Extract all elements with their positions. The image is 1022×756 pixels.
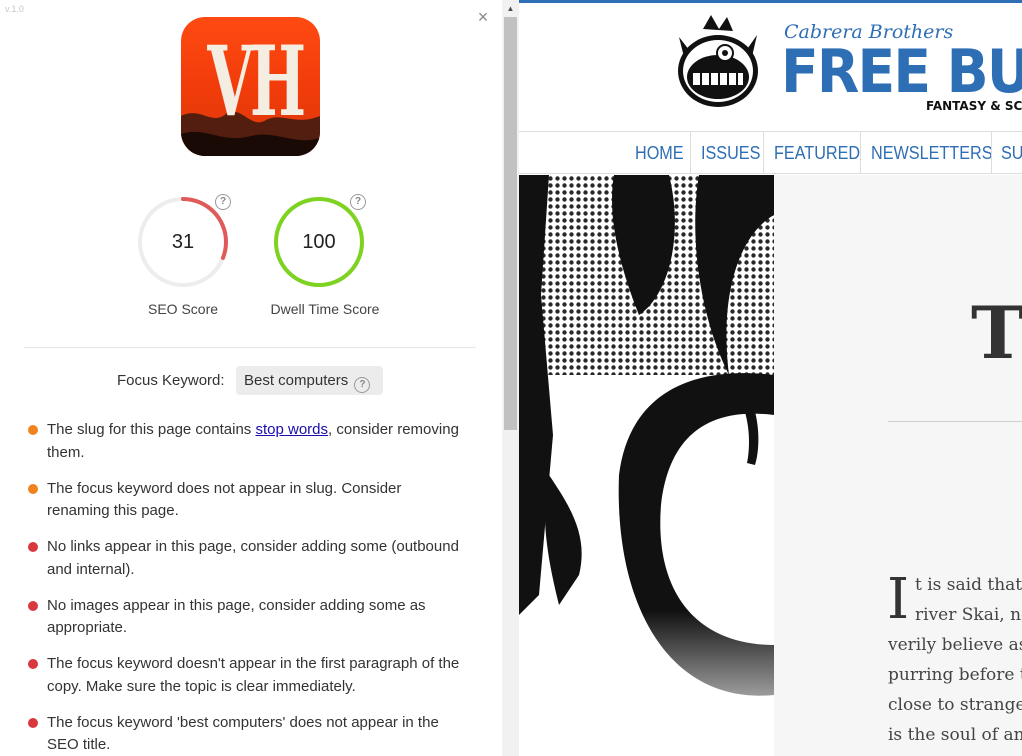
focus-keyword-chip[interactable]: Best computers ? (236, 366, 383, 395)
focus-keyword-help-icon[interactable]: ? (354, 377, 371, 393)
app-logo: VH (181, 17, 320, 156)
issue-list: The slug for this page contains stop wor… (28, 419, 468, 756)
issue-text: The focus keyword does not appear in slu… (47, 479, 402, 520)
error-dot-icon (28, 659, 38, 669)
seo-score-gauge: 31 (137, 196, 229, 288)
brand-title[interactable]: FREE BUN (781, 37, 1022, 107)
nav-subscribe[interactable]: SU (1001, 132, 1022, 174)
article-text-line: close to strange (888, 695, 1022, 715)
panel-scrollbar[interactable]: ▲ (502, 0, 519, 756)
version-label: v.1.0 (5, 4, 24, 14)
comic-art-image (519, 175, 774, 756)
dwell-score-help-icon[interactable]: ? (350, 194, 366, 210)
article-title: T (971, 290, 1022, 375)
article-rule (888, 421, 1022, 422)
warning-dot-icon (28, 425, 38, 435)
article-drop-cap: I (887, 567, 910, 632)
seo-panel: v.1.0 × VH 31 ? SEO Score 100 ? Dwell Ti… (0, 0, 502, 756)
dwell-score-value: 100 (302, 231, 336, 253)
issue-item: The focus keyword 'best computers' does … (28, 712, 468, 756)
nav-separator (763, 132, 764, 174)
issue-text: The focus keyword 'best computers' does … (47, 713, 439, 754)
nav-separator (690, 132, 691, 174)
issue-text: No links appear in this page, consider a… (47, 538, 459, 578)
focus-keyword-value: Best computers (244, 372, 349, 389)
article-text-line: is the soul of ant (888, 725, 1022, 745)
issue-text: The focus keyword doesn't appear in the … (47, 655, 460, 695)
scroll-thumb[interactable] (504, 17, 517, 430)
cat-mascot-icon (678, 15, 758, 107)
dwell-score-label: Dwell Time Score (270, 301, 380, 317)
close-icon[interactable]: × (475, 8, 491, 26)
issue-item: The slug for this page contains stop wor… (28, 419, 468, 464)
article-text-line: t is said that i (915, 575, 1022, 595)
issue-item: The focus keyword doesn't appear in the … (28, 653, 468, 698)
article-text-line: river Skai, no (915, 605, 1022, 625)
nav-featured[interactable]: FEATURED (774, 132, 860, 174)
nav-separator (991, 132, 992, 174)
issue-item: No images appear in this page, consider … (28, 595, 468, 640)
nav-newsletters[interactable]: NEWSLETTERS (871, 132, 993, 174)
seo-score-label: SEO Score (147, 301, 219, 317)
website-preview: Cabrera Brothers FREE BUN FANTASY & SC H… (519, 0, 1022, 756)
seo-score-value: 31 (171, 231, 195, 253)
logo-letters: VH (207, 25, 306, 138)
brand-subtitle: FANTASY & SC (926, 99, 1022, 113)
error-dot-icon (28, 717, 38, 728)
site-header: Cabrera Brothers FREE BUN FANTASY & SC (519, 0, 1022, 132)
error-dot-icon (28, 542, 38, 552)
site-nav: HOME ISSUES FEATURED NEWSLETTERS SU (519, 132, 1022, 174)
dwell-score-gauge: 100 (273, 196, 365, 288)
article-text-line: verily believe as (888, 635, 1022, 655)
nav-separator (860, 132, 861, 174)
issue-item: The focus keyword does not appear in slu… (28, 478, 468, 523)
scroll-up-arrow-icon[interactable]: ▲ (502, 0, 519, 17)
issue-text: No images appear in this page, consider … (47, 596, 426, 637)
nav-issues[interactable]: ISSUES (701, 132, 760, 174)
issue-item: No links appear in this page, consider a… (28, 536, 468, 581)
divider (24, 347, 476, 348)
warning-dot-icon (28, 483, 38, 494)
stop-words-link[interactable]: stop words (255, 421, 328, 438)
focus-keyword-label: Focus Keyword: (117, 372, 225, 389)
nav-home[interactable]: HOME (635, 132, 684, 174)
error-dot-icon (28, 600, 38, 611)
article-text-line: purring before th (888, 665, 1022, 685)
seo-score-help-icon[interactable]: ? (215, 194, 231, 210)
issue-text: The slug for this page contains (47, 421, 256, 438)
